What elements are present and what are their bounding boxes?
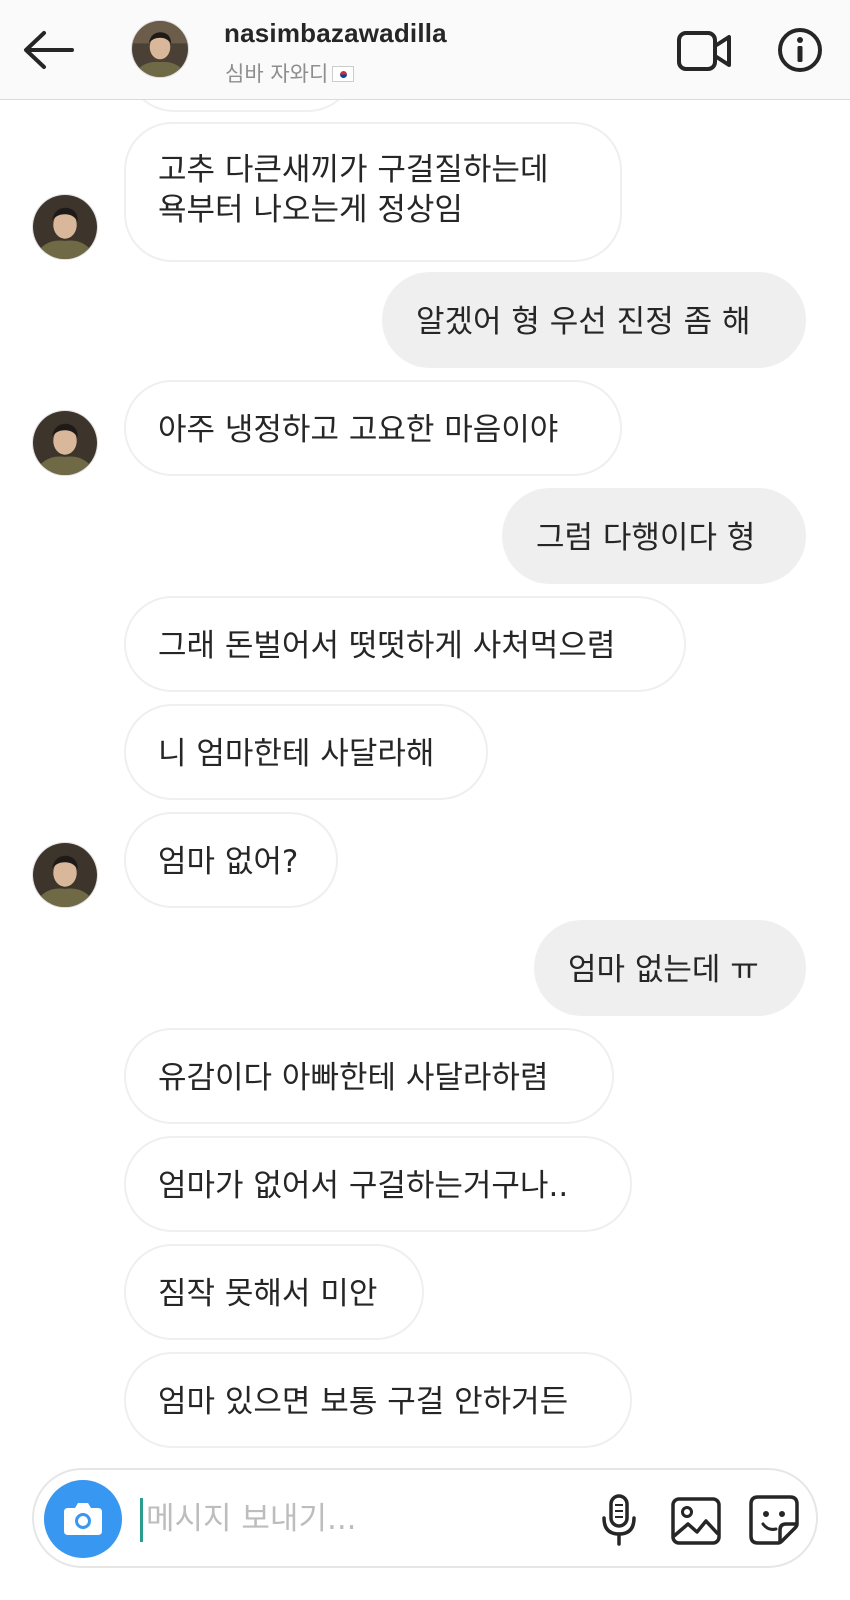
message-bubble-incoming[interactable]: 짐작 못해서 미안 xyxy=(124,1244,424,1340)
message-bubble-outgoing[interactable]: 그럼 다행이다 형 xyxy=(502,488,806,584)
message-bubble-incoming[interactable]: 엄마 없어? xyxy=(124,812,338,908)
sender-avatar[interactable] xyxy=(32,842,98,908)
camera-button[interactable] xyxy=(44,1480,122,1558)
avatar-photo xyxy=(33,195,97,259)
message-text: 엄마가 없어서 구걸하는거구나.. xyxy=(158,1168,569,1204)
message-text: 유감이다 아빠한테 사달라하렴 xyxy=(158,1060,549,1096)
gallery-icon xyxy=(671,1497,721,1545)
info-button[interactable] xyxy=(776,26,824,74)
sticker-button[interactable] xyxy=(746,1492,802,1548)
text-cursor xyxy=(140,1498,143,1542)
chat-display-name: 심바 자와디 xyxy=(225,58,355,88)
message-thread[interactable]: 고추 다큰새끼가 구걸질하는데 욕부터 나오는게 정상임 알겠어 형 우선 진정… xyxy=(0,100,850,1450)
direct-message-screen: nasimbazawadilla 심바 자와디 고추 다큰새끼가 구걸질하는데 … xyxy=(0,0,850,1600)
message-text: 알겠어 형 우선 진정 좀 해 xyxy=(416,304,751,340)
back-button[interactable] xyxy=(20,26,76,74)
microphone-icon xyxy=(602,1494,636,1546)
message-text: 그럼 다행이다 형 xyxy=(536,520,756,556)
avatar-photo xyxy=(132,21,188,77)
message-bubble-incoming[interactable]: 엄마가 없어서 구걸하는거구나.. xyxy=(124,1136,632,1232)
message-bubble-incoming[interactable]: 아주 냉정하고 고요한 마음이야 xyxy=(124,380,622,476)
avatar-photo xyxy=(33,843,97,907)
message-text: 니 엄마한테 사달라해 xyxy=(158,736,435,772)
avatar-photo xyxy=(33,411,97,475)
profile-avatar[interactable] xyxy=(131,20,189,78)
gallery-button[interactable] xyxy=(668,1494,724,1548)
message-text: 엄마 있으면 보통 구걸 안하거든 xyxy=(158,1384,569,1420)
message-bubble-incoming[interactable]: 그래 돈벌어서 떳떳하게 사처먹으렴 xyxy=(124,596,686,692)
info-icon xyxy=(778,28,822,72)
message-bubble-incoming[interactable]: 니 엄마한테 사달라해 xyxy=(124,704,488,800)
back-arrow-icon xyxy=(24,31,74,69)
message-bubble-incoming[interactable]: 엄마 있으면 보통 구걸 안하거든 xyxy=(124,1352,632,1448)
message-bubble-outgoing[interactable]: 엄마 없는데 ㅠ xyxy=(534,920,806,1016)
display-name-text: 심바 자와디 xyxy=(225,62,329,86)
message-text: 그래 돈벌어서 떳떳하게 사처먹으렴 xyxy=(158,628,616,664)
south-korea-flag-icon xyxy=(332,66,355,82)
sender-avatar[interactable] xyxy=(32,410,98,476)
message-line: 욕부터 나오는게 정상임 xyxy=(158,192,463,228)
camera-icon xyxy=(64,1503,102,1535)
sender-avatar[interactable] xyxy=(32,194,98,260)
message-line: 고추 다큰새끼가 구걸질하는데 xyxy=(158,152,549,188)
video-call-icon xyxy=(677,31,731,71)
microphone-button[interactable] xyxy=(594,1492,644,1548)
message-bubble-incoming[interactable]: 고추 다큰새끼가 구걸질하는데 욕부터 나오는게 정상임 xyxy=(124,122,622,262)
message-input[interactable] xyxy=(146,1490,526,1548)
chat-username[interactable]: nasimbazawadilla xyxy=(224,18,447,49)
message-bubble-outgoing[interactable]: 알겠어 형 우선 진정 좀 해 xyxy=(382,272,806,368)
message-bubble-partial xyxy=(126,100,356,112)
message-composer xyxy=(32,1468,818,1568)
message-bubble-incoming[interactable]: 유감이다 아빠한테 사달라하렴 xyxy=(124,1028,614,1124)
message-text: 엄마 없어? xyxy=(158,844,299,880)
chat-header: nasimbazawadilla 심바 자와디 xyxy=(0,0,850,100)
message-text: 엄마 없는데 ㅠ xyxy=(568,952,759,988)
message-text: 아주 냉정하고 고요한 마음이야 xyxy=(158,412,559,448)
sticker-icon xyxy=(749,1495,799,1545)
message-text: 짐작 못해서 미안 xyxy=(158,1276,378,1312)
video-call-button[interactable] xyxy=(676,28,734,74)
